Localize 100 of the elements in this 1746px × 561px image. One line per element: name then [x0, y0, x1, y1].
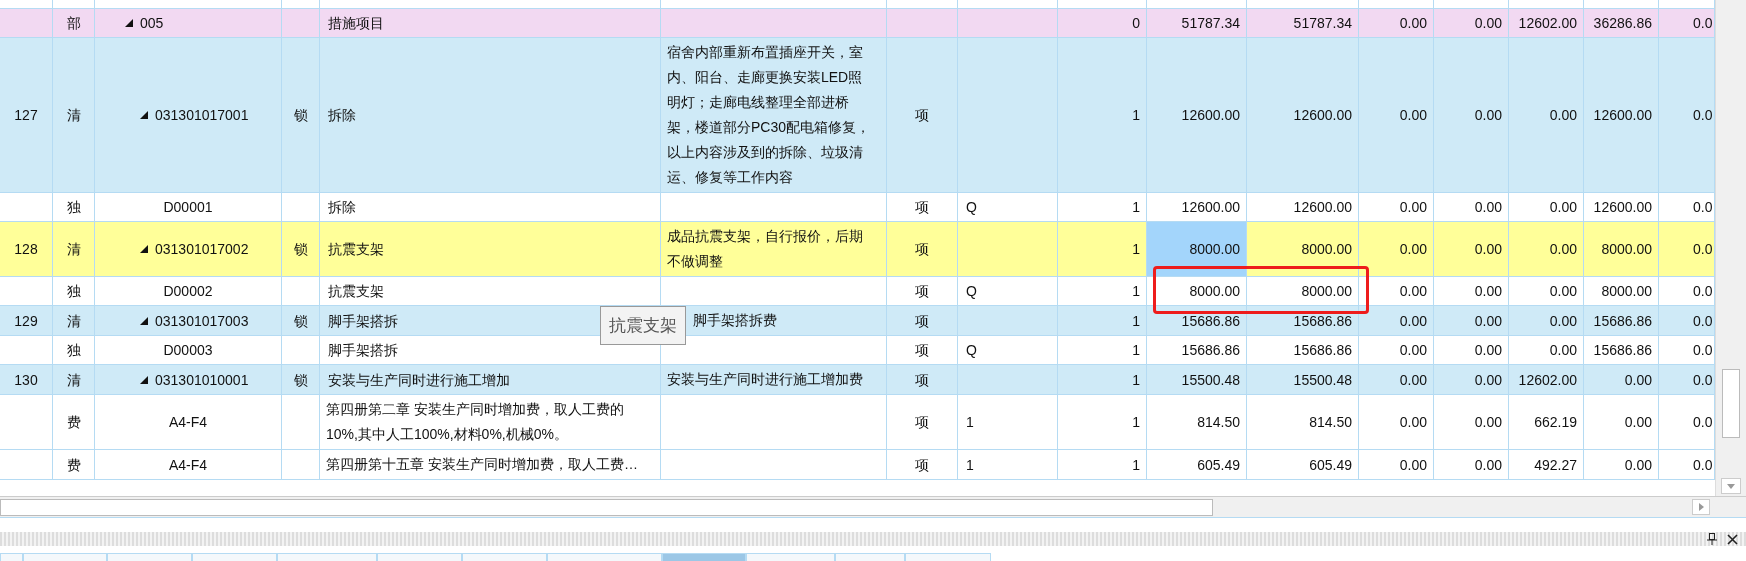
- table-cell: 安装与生产同时进行施工增加: [320, 365, 661, 394]
- table-cell: 605.49: [1247, 450, 1359, 479]
- table-cell: 129: [0, 306, 53, 335]
- table-cell: 清: [53, 38, 95, 192]
- table-cell: 0.00: [1509, 193, 1584, 221]
- table-cell: 1: [1058, 450, 1147, 479]
- table-cell: 0.00: [1584, 395, 1659, 449]
- table-cell: 0.00: [1359, 306, 1434, 335]
- table-cell: 0.00: [1434, 193, 1509, 221]
- table-cell[interactable]: 15686.86: [1147, 306, 1247, 335]
- table-cell: Q: [958, 336, 1058, 364]
- table-cell: 1: [1058, 38, 1147, 192]
- table-cell[interactable]: 8000.00: [1147, 277, 1247, 305]
- table-cell: 锁: [282, 306, 320, 335]
- table-cell[interactable]: 12600.00: [1147, 38, 1247, 192]
- table-cell: 51787.34: [1247, 9, 1359, 37]
- table-cell: 0.00: [1359, 277, 1434, 305]
- item-code: A4-F4: [168, 455, 208, 475]
- table-cell: 8000.00: [1247, 222, 1359, 276]
- table-cell: 0.00: [1359, 193, 1434, 221]
- table-cell: 12600.00: [1247, 193, 1359, 221]
- table-cell: 15686.86: [1247, 306, 1359, 335]
- table-cell: 0.00: [1434, 277, 1509, 305]
- table-cell: 独: [53, 336, 95, 364]
- table-cell: 措施项目: [320, 9, 661, 37]
- table-cell[interactable]: 15500.48: [1147, 365, 1247, 394]
- table-cell: 清: [53, 222, 95, 276]
- table-cell: 0.00: [1434, 395, 1509, 449]
- table-cell: 12600.00: [1247, 38, 1359, 192]
- table-cell: 0.00: [1434, 450, 1509, 479]
- item-code: 031301017001: [155, 106, 249, 125]
- item-code: D00002: [163, 282, 213, 301]
- table-cell: 拆除: [320, 38, 661, 192]
- table-cell: 0.00: [1359, 450, 1434, 479]
- item-name: 第四册第十五章 安装生产同时增加费，取人工费…: [326, 455, 638, 474]
- table-cell: 15686.86: [1247, 336, 1359, 364]
- item-code: 031301017003: [155, 311, 249, 331]
- table-cell[interactable]: 605.49: [1147, 450, 1247, 479]
- table-cell: 抗震支架: [320, 222, 661, 276]
- table-cell: 1: [958, 395, 1058, 449]
- table-cell: 0.00: [1434, 222, 1509, 276]
- table-cell: 1: [958, 450, 1058, 479]
- table-cell: 0.00: [1509, 222, 1584, 276]
- table-cell: 8000.00: [1584, 277, 1659, 305]
- table-cell: 12600.00: [1584, 38, 1659, 192]
- table-cell: 814.50: [1247, 395, 1359, 449]
- table-cell: 抗震支架: [320, 277, 661, 305]
- item-description: 脚手架搭拆费: [693, 311, 777, 330]
- item-code: D00001: [163, 198, 213, 217]
- table-cell: 12602.00: [1509, 365, 1584, 394]
- table-cell: 0.00: [1584, 365, 1659, 394]
- table-cell: 项: [887, 222, 958, 276]
- table-cell: 8000.00: [1247, 277, 1359, 305]
- item-description: 安装与生产同时进行施工增加费: [667, 370, 863, 389]
- table-cell[interactable]: 814.50: [1147, 395, 1247, 449]
- table-cell: Q: [958, 277, 1058, 305]
- table-cell: 8000.00: [1584, 222, 1659, 276]
- item-code: 005: [140, 14, 164, 33]
- table-cell: 0.00: [1359, 222, 1434, 276]
- table-cell: 项: [887, 365, 958, 394]
- table-cell: 15500.48: [1247, 365, 1359, 394]
- table-cell[interactable]: 8000.00: [1147, 222, 1247, 276]
- table-cell: Q: [958, 193, 1058, 221]
- table-cell: 0.00: [1509, 336, 1584, 364]
- table-cell: 1: [1058, 306, 1147, 335]
- table-cell: 36286.86: [1584, 9, 1659, 37]
- table-cell: 0: [1058, 9, 1147, 37]
- table-cell: 0.00: [1359, 9, 1434, 37]
- item-code: D00003: [163, 341, 213, 360]
- item-code: 031301017002: [155, 240, 249, 259]
- table-cell: 12602.00: [1509, 9, 1584, 37]
- table-cell: 锁: [282, 365, 320, 394]
- table-cell: 费: [53, 395, 95, 449]
- table-cell: 0.00: [1434, 306, 1509, 335]
- item-code: 031301010001: [155, 370, 249, 390]
- table-cell: 492.27: [1509, 450, 1584, 479]
- tooltip: 抗震支架: [600, 306, 686, 345]
- table-cell: 拆除: [320, 193, 661, 221]
- table-cell: 清: [53, 306, 95, 335]
- table-cell: 独: [53, 277, 95, 305]
- table-cell: 0.00: [1359, 365, 1434, 394]
- table-cell: 127: [0, 38, 53, 192]
- table-cell: 锁: [282, 222, 320, 276]
- table-cell: 项: [887, 193, 958, 221]
- table-cell: 项: [887, 336, 958, 364]
- table-cell: 0.00: [1434, 365, 1509, 394]
- table-cell: 12600.00: [1584, 193, 1659, 221]
- table-cell: 1: [1058, 395, 1147, 449]
- item-code: A4-F4: [168, 413, 208, 432]
- table-cell: 0.00: [1509, 38, 1584, 192]
- table-cell: 0.00: [1359, 336, 1434, 364]
- table-cell: 15686.86: [1584, 336, 1659, 364]
- table-cell[interactable]: 12600.00: [1147, 193, 1247, 221]
- table-cell: 项: [887, 306, 958, 335]
- table-cell[interactable]: 51787.34: [1147, 9, 1247, 37]
- table-cell: 0.00: [1359, 395, 1434, 449]
- table-cell: 1: [1058, 277, 1147, 305]
- table-cell: 项: [887, 277, 958, 305]
- table-cell[interactable]: 15686.86: [1147, 336, 1247, 364]
- table-cell: 130: [0, 365, 53, 394]
